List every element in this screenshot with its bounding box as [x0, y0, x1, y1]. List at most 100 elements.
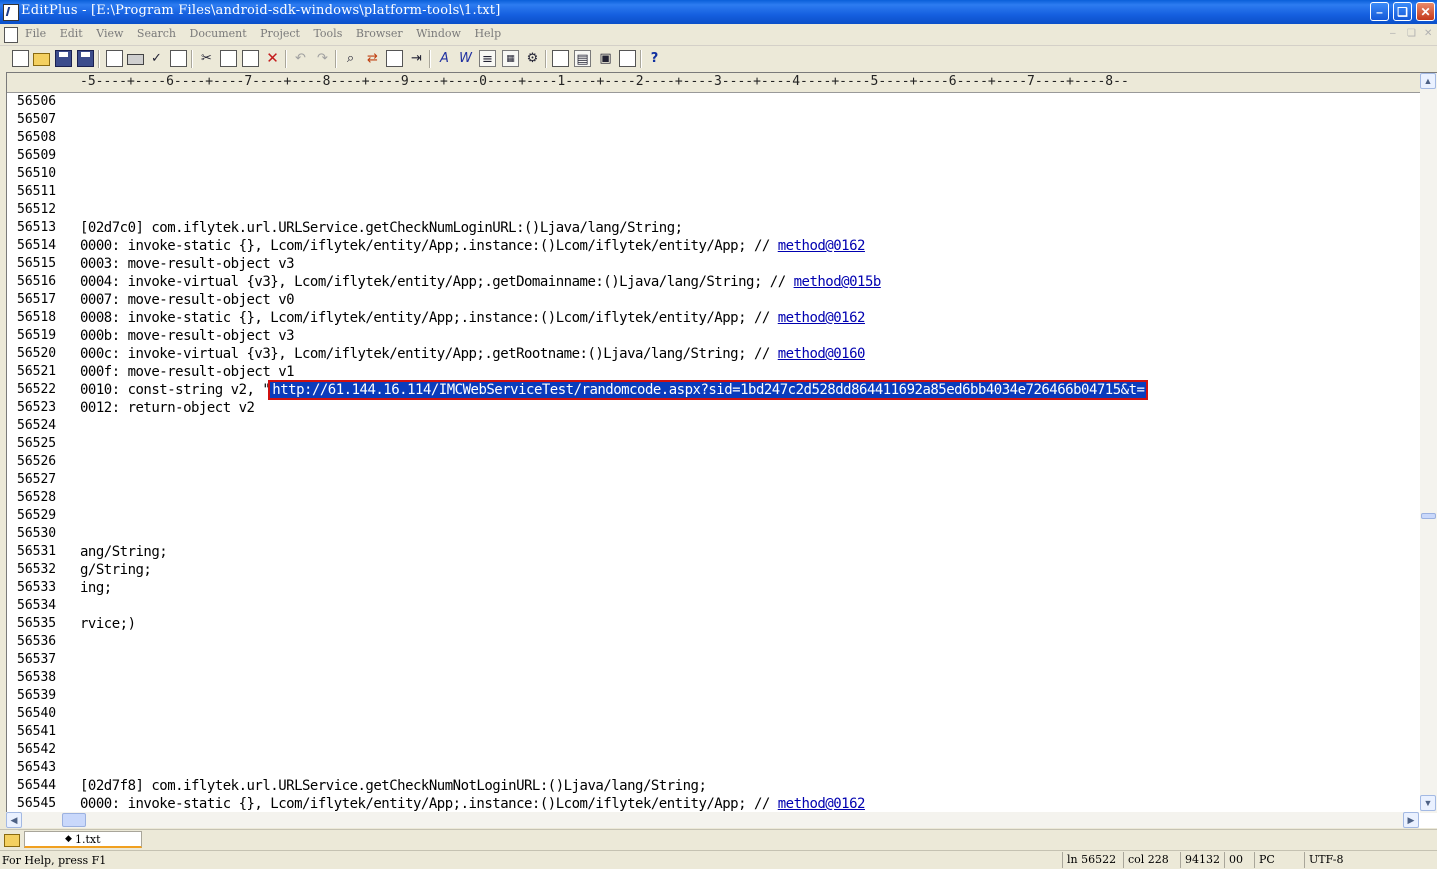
line-text[interactable]: 0000: invoke-static {}, Lcom/iflytek/ent… — [80, 237, 865, 255]
line-text[interactable]: 000c: invoke-virtual {v3}, Lcom/iflytek/… — [80, 345, 865, 363]
print-icon[interactable] — [127, 54, 144, 65]
code-line[interactable]: 56534 — [7, 597, 1420, 615]
code-line[interactable]: 56515 0003: move-result-object v3 — [7, 255, 1420, 273]
code-line[interactable]: 56523 0012: return-object v2 — [7, 399, 1420, 417]
code-line[interactable]: 56541 — [7, 723, 1420, 741]
line-text[interactable]: 0003: move-result-object v3 — [80, 255, 295, 273]
code-line[interactable]: 56540 — [7, 705, 1420, 723]
line-text[interactable]: ang/String; — [80, 543, 168, 561]
menu-edit[interactable]: Edit — [60, 27, 83, 40]
line-text[interactable]: 0007: move-result-object v0 — [80, 291, 295, 309]
code-line[interactable]: 56538 — [7, 669, 1420, 687]
line-text[interactable]: [02d7f8] com.iflytek.url.URLService.getC… — [80, 777, 707, 795]
menu-window[interactable]: Window — [416, 27, 461, 40]
menu-browser[interactable]: Browser — [356, 27, 403, 40]
code-line[interactable]: 56525 — [7, 435, 1420, 453]
code-line[interactable]: 56539 — [7, 687, 1420, 705]
code-line[interactable]: 56514 0000: invoke-static {}, Lcom/iflyte… — [7, 237, 1420, 255]
cut-icon[interactable]: ✂ — [198, 50, 215, 67]
maximize-button[interactable]: ❏ — [1393, 2, 1412, 21]
code-line[interactable]: 56535 rvice;) — [7, 615, 1420, 633]
code-line[interactable]: 56517 0007: move-result-object v0 — [7, 291, 1420, 309]
code-line[interactable]: 56520 000c: invoke-virtual {v3}, Lcom/ifl… — [7, 345, 1420, 363]
spell-check-icon[interactable]: ✓ — [148, 50, 165, 67]
line-text[interactable]: 0010: const-string v2, " http://61.144.16… — [80, 380, 1149, 400]
save-all-icon[interactable] — [77, 50, 94, 67]
delete-icon[interactable]: ✕ — [264, 50, 281, 67]
code-line[interactable]: 56518 0008: invoke-static {}, Lcom/iflyte… — [7, 309, 1420, 327]
document-icon[interactable] — [4, 27, 18, 43]
menu-search[interactable]: Search — [137, 27, 176, 40]
code-line[interactable]: 56524 — [7, 417, 1420, 435]
code-line[interactable]: 56533 ing; — [7, 579, 1420, 597]
line-text[interactable]: 0008: invoke-static {}, Lcom/iflytek/ent… — [80, 309, 865, 327]
line-text[interactable]: 000f: move-result-object v1 — [80, 363, 295, 381]
minimize-button[interactable]: – — [1370, 2, 1389, 21]
method-link[interactable]: method@015b — [794, 274, 882, 290]
line-text[interactable]: [02d7c0] com.iflytek.url.URLService.getC… — [80, 219, 683, 237]
line-text[interactable]: g/String; — [80, 561, 152, 579]
selected-url-text[interactable]: http://61.144.16.114/IMCWebServiceTest/r… — [268, 380, 1149, 400]
menu-document[interactable]: Document — [190, 27, 247, 40]
menu-project[interactable]: Project — [260, 27, 300, 40]
close-button[interactable]: ✕ — [1416, 2, 1435, 21]
code-line[interactable]: 56531 ang/String; — [7, 543, 1420, 561]
help-icon[interactable]: ? — [646, 50, 663, 67]
scroll-down-icon[interactable]: ▼ — [1420, 795, 1436, 811]
copy-icon[interactable] — [220, 50, 237, 67]
line-text[interactable]: 0012: return-object v2 — [80, 399, 255, 417]
code-line[interactable]: 56509 — [7, 147, 1420, 165]
document-properties-icon[interactable] — [170, 50, 187, 67]
line-text[interactable]: 0004: invoke-virtual {v3}, Lcom/iflytek/… — [80, 273, 881, 291]
new-file-icon[interactable] — [12, 50, 29, 67]
method-link[interactable]: method@0162 — [778, 238, 866, 254]
save-icon[interactable] — [55, 50, 72, 67]
code-line[interactable]: 56536 — [7, 633, 1420, 651]
mdi-minimize-button[interactable]: – — [1390, 28, 1396, 39]
code-line[interactable]: 56521 000f: move-result-object v1 — [7, 363, 1420, 381]
vertical-scrollbar[interactable]: ▲ ▼ — [1420, 73, 1437, 813]
redo-icon[interactable]: ↷ — [314, 50, 331, 67]
method-link[interactable]: method@0162 — [778, 310, 866, 326]
code-line[interactable]: 56506 — [7, 93, 1420, 111]
settings-icon[interactable]: ⚙ — [524, 50, 541, 67]
code-line[interactable]: 56508 — [7, 129, 1420, 147]
method-link[interactable]: method@0162 — [778, 796, 866, 812]
ruler-toggle-icon[interactable]: ▦ — [502, 50, 519, 67]
cliptext-window-icon[interactable] — [619, 50, 636, 67]
menu-help[interactable]: Help — [474, 27, 501, 40]
line-text[interactable]: 000b: move-result-object v3 — [80, 327, 295, 345]
code-line[interactable]: 56507 — [7, 111, 1420, 129]
menu-tools[interactable]: Tools — [313, 27, 342, 40]
vertical-scroll-thumb[interactable] — [1421, 513, 1436, 519]
editplus-app-icon[interactable] — [3, 4, 19, 21]
code-line[interactable]: 56545 0000: invoke-static {}, Lcom/iflyte… — [7, 795, 1420, 813]
code-line[interactable]: 56532 g/String; — [7, 561, 1420, 579]
scroll-left-icon[interactable]: ◀ — [6, 812, 22, 828]
code-line[interactable]: 56529 — [7, 507, 1420, 525]
print-preview-icon[interactable] — [106, 50, 123, 67]
code-line[interactable]: 56543 — [7, 759, 1420, 777]
code-line[interactable]: 56510 — [7, 165, 1420, 183]
word-wrap-icon[interactable]: W — [457, 50, 474, 67]
mdi-close-button[interactable]: ✕ — [1424, 28, 1432, 39]
code-line[interactable]: 56544 [02d7f8] com.iflytek.url.URLService… — [7, 777, 1420, 795]
code-line[interactable]: 56513 [02d7c0] com.iflytek.url.URLService… — [7, 219, 1420, 237]
line-text[interactable]: ing; — [80, 579, 112, 597]
code-line[interactable]: 56522 0010: const-string v2, " http://61.1… — [7, 380, 1420, 400]
code-line[interactable]: 56512 — [7, 201, 1420, 219]
replace-icon[interactable]: ⇄ — [364, 50, 381, 67]
code-line[interactable]: 56526 — [7, 453, 1420, 471]
line-number-toggle-icon[interactable]: ≡ — [479, 50, 496, 67]
code-line[interactable]: 56516 0004: invoke-virtual {v3}, Lcom/ifl… — [7, 273, 1420, 291]
paste-icon[interactable] — [242, 50, 259, 67]
window-list-icon[interactable] — [552, 50, 569, 67]
code-line[interactable]: 56542 — [7, 741, 1420, 759]
directory-window-icon[interactable]: ▤ — [574, 50, 591, 67]
undo-icon[interactable]: ↶ — [292, 50, 309, 67]
code-line[interactable]: 56527 — [7, 471, 1420, 489]
mdi-restore-button[interactable]: ❏ — [1407, 28, 1416, 39]
output-window-icon[interactable]: ▣ — [597, 50, 614, 67]
line-text[interactable]: rvice;) — [80, 615, 136, 633]
scroll-up-icon[interactable]: ▲ — [1420, 73, 1436, 89]
